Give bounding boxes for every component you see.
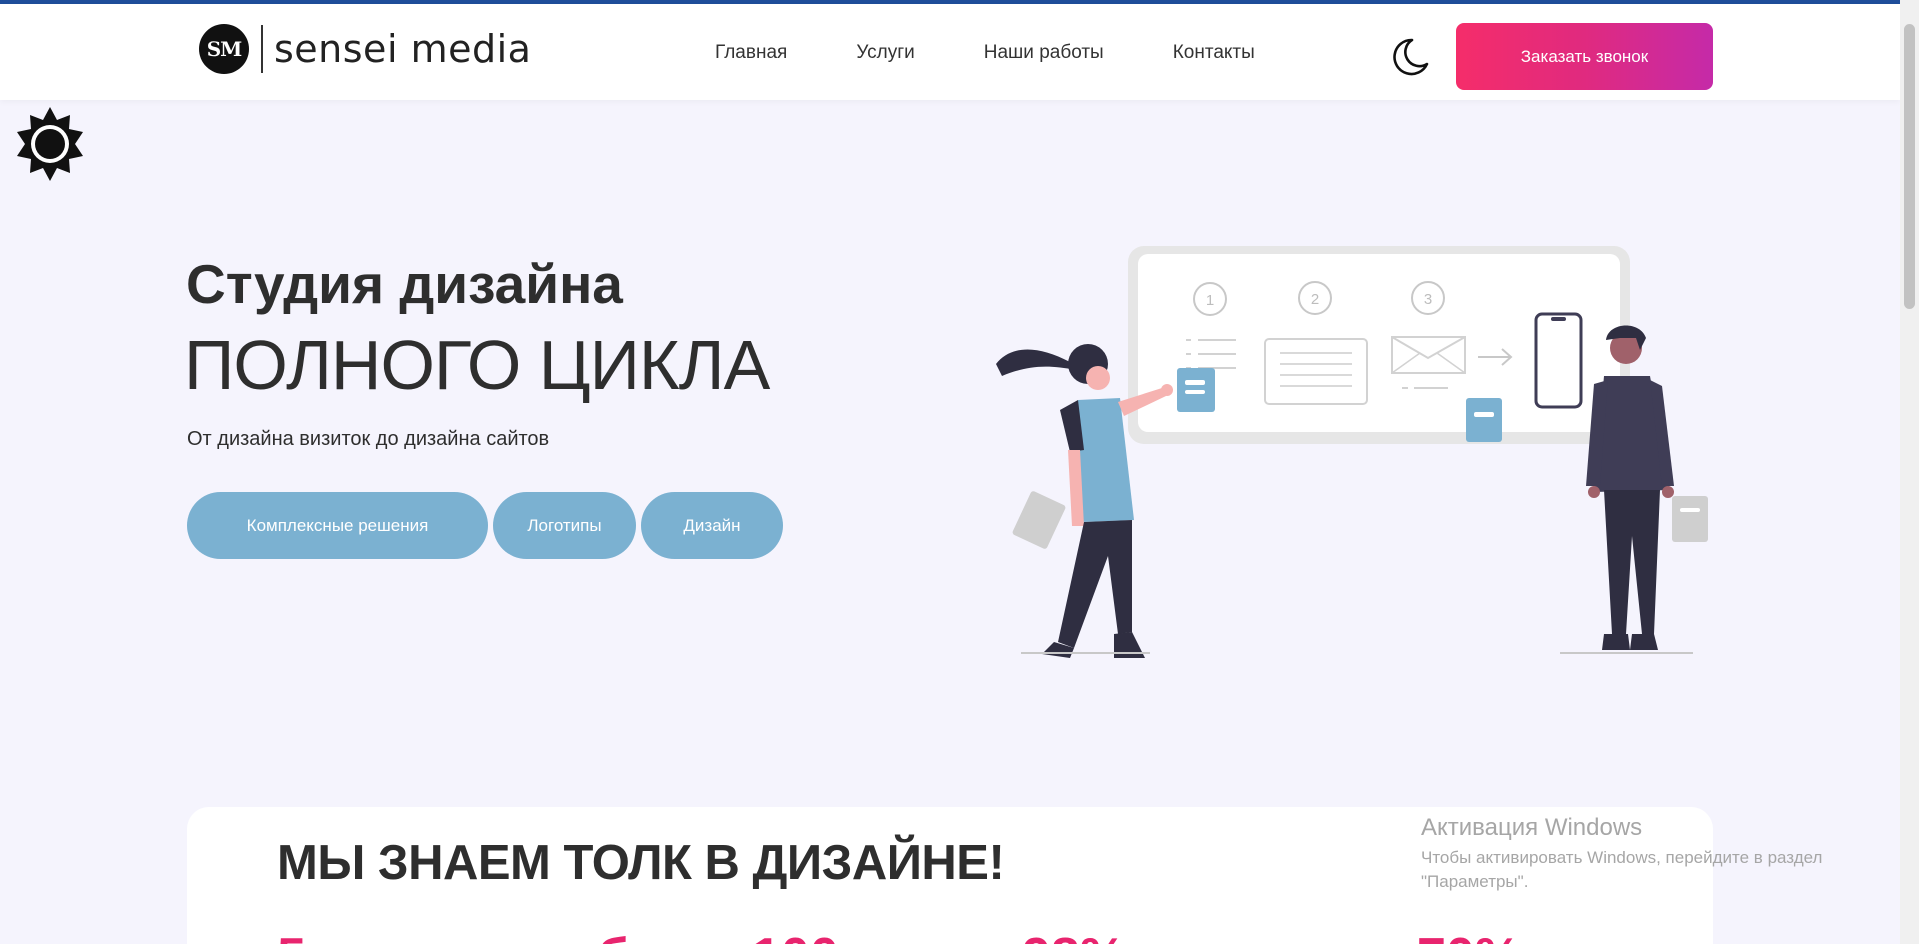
windows-activation-line1: Чтобы активировать Windows, перейдите в … bbox=[1421, 848, 1823, 867]
nav-link-contacts[interactable]: Контакты bbox=[1173, 42, 1255, 64]
nav-link-works[interactable]: Наши работы bbox=[984, 42, 1104, 64]
windows-activation-watermark: Активация Windows Чтобы активировать Win… bbox=[1421, 814, 1822, 894]
moon-icon[interactable] bbox=[1390, 36, 1430, 78]
step-number: 2 bbox=[1311, 291, 1319, 308]
stat-value: 98% bbox=[1022, 927, 1126, 944]
windows-activation-title: Активация Windows bbox=[1421, 814, 1643, 841]
step-number: 1 bbox=[1206, 292, 1214, 309]
stats-title: МЫ ЗНАЕМ ТОЛК В ДИЗАЙНЕ! bbox=[277, 836, 1005, 890]
main-nav: Главная Услуги Наши работы Контакты bbox=[715, 42, 1255, 64]
complex-solutions-button[interactable]: Комплексные решения bbox=[187, 492, 488, 559]
logo-mark: SM bbox=[199, 24, 249, 74]
design-button[interactable]: Дизайн bbox=[641, 492, 783, 559]
stat-value: б bbox=[597, 927, 629, 944]
sun-icon[interactable] bbox=[11, 105, 89, 183]
logo-text: sensei media bbox=[274, 27, 532, 71]
order-call-button[interactable]: Заказать звонок bbox=[1456, 23, 1713, 90]
nav-link-services[interactable]: Услуги bbox=[856, 42, 914, 64]
stat-value: 70% bbox=[1417, 927, 1521, 944]
scrollbar-thumb[interactable] bbox=[1904, 24, 1915, 309]
site-header: SM sensei media Главная Услуги Наши рабо… bbox=[0, 4, 1900, 100]
logo-divider bbox=[261, 25, 263, 73]
hero-illustration: 1 2 3 bbox=[996, 246, 1708, 658]
page-scrollbar[interactable] bbox=[1900, 0, 1919, 944]
logo[interactable]: SM sensei media bbox=[199, 21, 531, 77]
windows-activation-line2: "Параметры". bbox=[1421, 872, 1529, 891]
logos-button[interactable]: Логотипы bbox=[493, 492, 636, 559]
step-number: 3 bbox=[1424, 291, 1432, 308]
stat-value: 100 bbox=[752, 927, 839, 944]
nav-link-home[interactable]: Главная bbox=[715, 42, 787, 64]
hero-description: От дизайна визиток до дизайна сайтов bbox=[187, 428, 550, 450]
hero-title: Студия дизайна bbox=[186, 253, 623, 315]
hero-subtitle: ПОЛНОГО ЦИКЛА bbox=[184, 326, 770, 404]
stat-value: 5 bbox=[277, 927, 306, 944]
